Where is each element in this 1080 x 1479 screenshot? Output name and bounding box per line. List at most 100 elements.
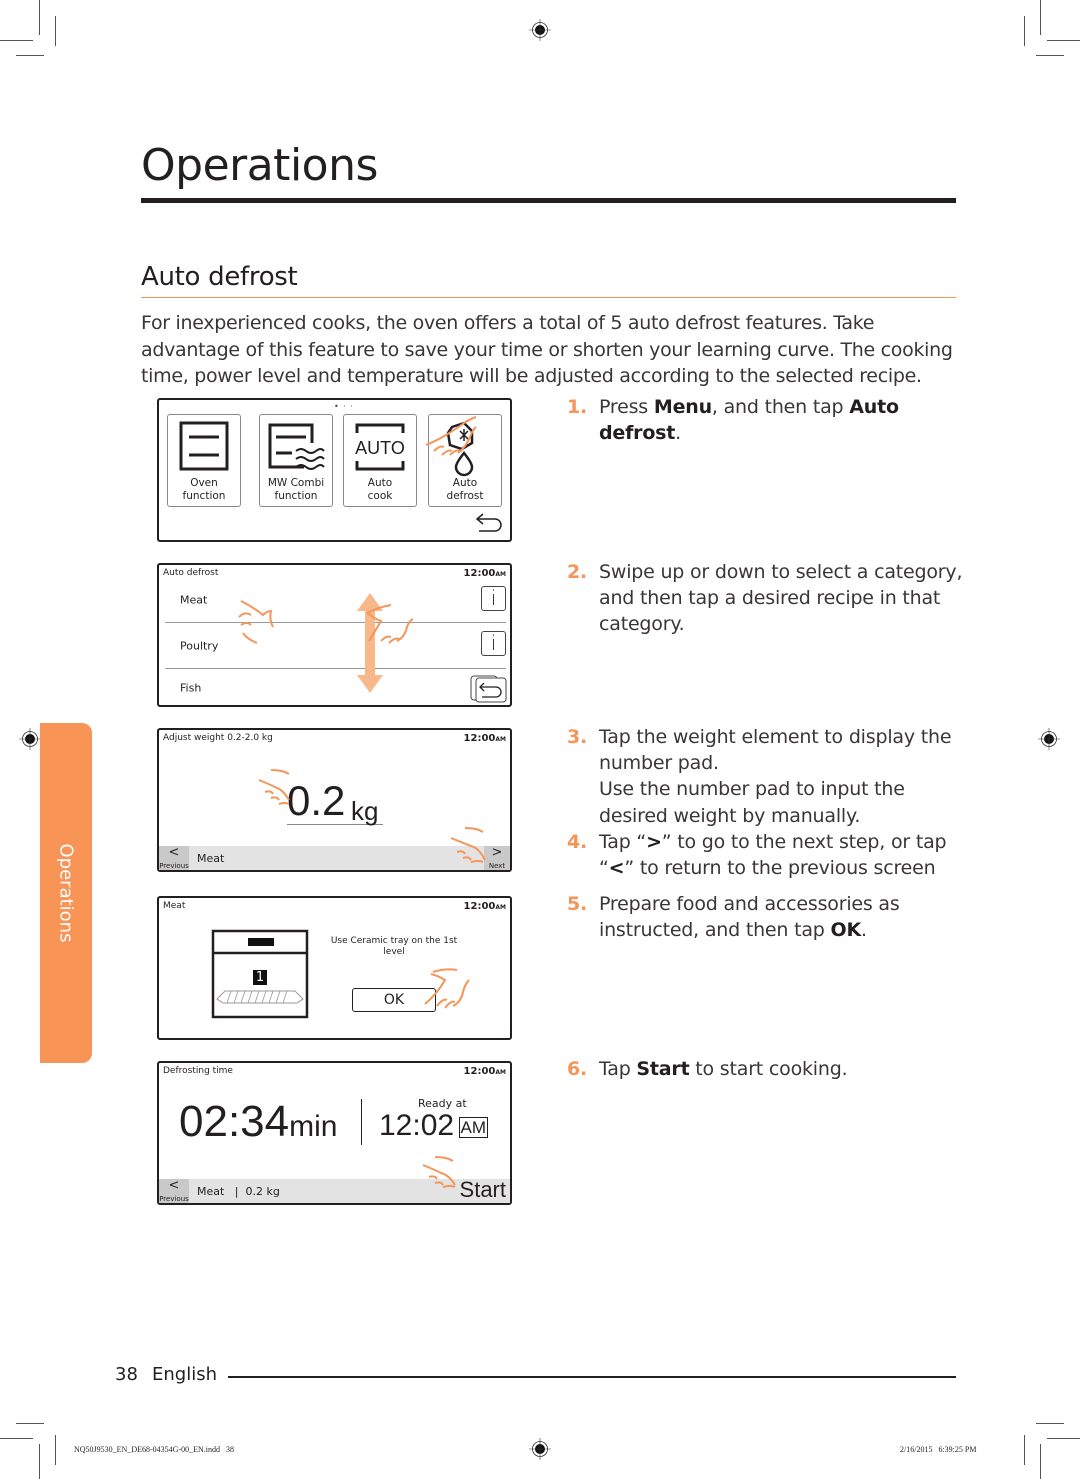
step-text: Prepare food and accessories as instruct… xyxy=(599,893,900,942)
crop-mark xyxy=(0,40,33,41)
side-tab-label: Operations xyxy=(55,843,77,943)
tile-oven-function[interactable]: Oven function xyxy=(167,414,241,507)
crop-mark xyxy=(1036,1423,1064,1424)
step-row: 6. Tap Start to start cooking. xyxy=(567,1056,967,1082)
screen-title: Meat xyxy=(163,901,186,911)
step-text: Tap Start to start cooking. xyxy=(599,1058,848,1080)
duration-value: 02:34 xyxy=(179,1097,290,1146)
crop-mark xyxy=(16,55,44,56)
previous-label: Previous xyxy=(159,862,189,870)
swipe-hand-icon xyxy=(366,604,414,644)
clock: 12:00AM xyxy=(464,901,506,912)
crop-mark xyxy=(39,0,40,35)
divider xyxy=(361,1099,362,1145)
registration-mark-icon xyxy=(19,728,41,750)
tile-label: function xyxy=(274,490,318,502)
crop-mark xyxy=(55,16,56,46)
list-item-meat[interactable]: Meat xyxy=(165,577,506,623)
crop-mark xyxy=(1047,1438,1080,1439)
step-2: 2. Swipe up or down to select a category,… xyxy=(567,559,967,638)
info-button-poultry[interactable]: i xyxy=(481,631,506,656)
crop-mark xyxy=(1024,16,1025,46)
ready-time-value: 12:02 xyxy=(379,1109,455,1142)
crop-mark xyxy=(39,1444,40,1479)
tray-level-badge: 1 xyxy=(253,970,267,985)
page-indicator: • · · xyxy=(334,402,354,411)
step-number: 1. xyxy=(567,396,588,418)
list-item-poultry[interactable]: Poultry xyxy=(165,623,506,669)
previous-label: Previous xyxy=(159,1195,189,1203)
ready-time: 12:02 AM xyxy=(379,1109,489,1143)
auto-cook-icon: AUTO xyxy=(355,423,405,471)
chevron-left-icon: < xyxy=(168,845,180,860)
crop-mark xyxy=(1024,1435,1025,1465)
registration-mark-icon xyxy=(529,19,551,41)
step-1: 1. Press Menu, and then tap Auto defrost. xyxy=(567,394,967,446)
crop-mark xyxy=(16,1423,44,1424)
step-text: Tap “>” to go to the next step, or tap “… xyxy=(599,831,947,880)
step-row: 4. Tap “>” to go to the next step, or tap… xyxy=(567,829,967,881)
tap-hand-icon xyxy=(425,416,477,456)
crop-mark xyxy=(1040,0,1041,35)
clock-ampm: AM xyxy=(495,736,506,743)
clock: 12:00AM xyxy=(464,733,506,744)
screen-defrosting-time: Defrosting time 12:00AM 02:34min Ready a… xyxy=(157,1061,512,1205)
screen-menu: • · · Oven function MW Combi function AUTO… xyxy=(157,398,512,542)
previous-button[interactable]: < Previous xyxy=(159,846,189,870)
tap-hand-icon xyxy=(258,769,290,805)
duration-unit: min xyxy=(289,1110,338,1143)
print-slug-date: 2/16/2015 6:39:25 PM xyxy=(900,1445,977,1454)
step-number: 2. xyxy=(567,561,588,583)
tap-hand-icon xyxy=(238,600,274,644)
step-row: 1. Press Menu, and then tap Auto defrost. xyxy=(567,394,967,446)
tile-label: Auto xyxy=(367,477,393,489)
step-text: Press Menu, and then tap Auto defrost. xyxy=(599,396,899,445)
clock-time: 12:00 xyxy=(463,1066,496,1077)
previous-button[interactable]: < Previous xyxy=(159,1179,189,1203)
step-row: 2. Swipe up or down to select a category,… xyxy=(567,559,967,638)
list-item-fish[interactable]: Fish xyxy=(165,669,506,707)
chevron-left-icon: < xyxy=(168,1178,180,1193)
step-number: 4. xyxy=(567,831,588,853)
tile-mw-combi-function[interactable]: MW Combi function xyxy=(259,414,333,507)
step-number: 5. xyxy=(567,893,588,915)
crop-mark xyxy=(0,1438,33,1439)
registration-mark-icon xyxy=(1038,728,1060,750)
screen-adjust-weight: Adjust weight 0.2-2.0 kg 12:00AM 0.2 kg … xyxy=(157,728,512,872)
step-keyword: > xyxy=(646,831,662,853)
clock: 12:00AM xyxy=(464,1066,506,1077)
step-row: 3. Tap the weight element to display the … xyxy=(567,724,967,829)
crop-mark xyxy=(1047,40,1080,41)
list-item-label: Poultry xyxy=(180,639,219,653)
weight-unit: kg xyxy=(351,796,379,826)
print-slug-file: NQ50J9530_EN_DE68-04354G-00_EN.indd 38 xyxy=(74,1445,234,1454)
tile-auto-cook[interactable]: AUTO Auto cook xyxy=(343,414,417,507)
clock-ampm: AM xyxy=(495,1069,506,1076)
step-keyword: < xyxy=(608,857,625,880)
step-text: Tap the weight element to display the nu… xyxy=(599,726,952,827)
registration-mark-icon xyxy=(529,1438,551,1460)
crop-mark xyxy=(1040,1444,1041,1479)
screen-title: Defrosting time xyxy=(163,1066,233,1076)
page-title: Operations xyxy=(141,140,378,191)
tap-hand-icon xyxy=(424,968,470,1009)
ready-ampm: AM xyxy=(458,1117,489,1138)
tile-label: cook xyxy=(367,490,393,502)
step-number: 3. xyxy=(567,726,588,748)
tile-label: MW Combi xyxy=(267,477,325,489)
side-tab: Operations xyxy=(40,723,92,1063)
step-text: Swipe up or down to select a category, a… xyxy=(599,561,963,636)
intro-paragraph: For inexperienced cooks, the oven offers… xyxy=(141,312,953,387)
mw-combi-icon xyxy=(268,423,325,470)
back-icon[interactable] xyxy=(470,675,508,703)
step-row: 5. Prepare food and accessories as instru… xyxy=(567,891,967,943)
info-button-meat[interactable]: i xyxy=(481,586,506,611)
back-icon[interactable] xyxy=(475,512,503,534)
title-rule xyxy=(141,198,956,203)
tile-auto-defrost[interactable]: Auto defrost xyxy=(425,414,502,507)
duration-display[interactable]: 02:34min xyxy=(179,1097,337,1147)
step-keyword: Start xyxy=(636,1058,690,1080)
screen-title: Adjust weight 0.2-2.0 kg xyxy=(163,733,273,743)
step-5: 5. Prepare food and accessories as instru… xyxy=(567,891,967,943)
step-6: 6. Tap Start to start cooking. xyxy=(567,1056,967,1082)
